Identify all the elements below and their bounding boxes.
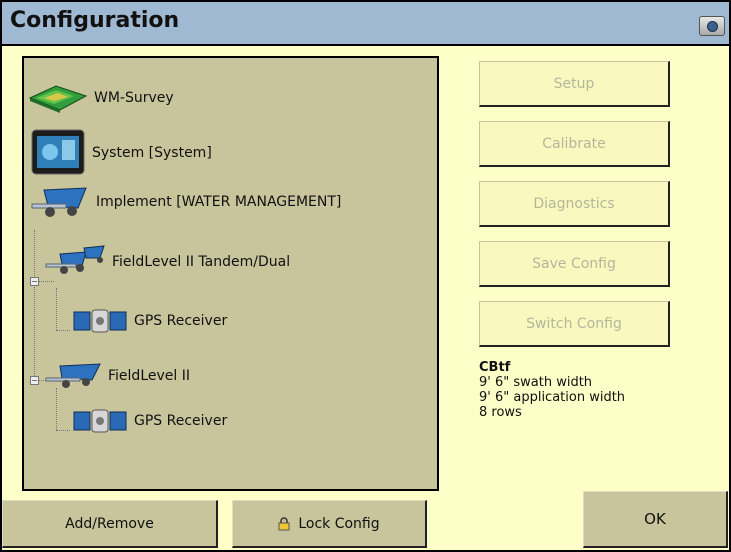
switch-config-button[interactable]: Switch Config — [479, 301, 670, 347]
tree-item-gps-receiver-1[interactable]: GPS Receiver — [72, 304, 227, 338]
swath-width: 9' 6" swath width — [479, 375, 593, 390]
row-count: 8 rows — [479, 405, 522, 420]
satellite-icon — [72, 404, 128, 438]
tree-item-label: GPS Receiver — [134, 313, 228, 329]
configuration-name: CBtf — [479, 360, 511, 375]
tree-connector — [56, 430, 70, 431]
tree-item-label: GPS Receiver — [134, 413, 228, 429]
camera-icon[interactable] — [699, 16, 725, 36]
tree-item-wm-survey[interactable]: WM-Survey — [28, 82, 174, 114]
tree-connector — [56, 288, 57, 330]
configuration-window: Configuration − − WM-Survey System [Syst… — [0, 0, 731, 552]
add-remove-button[interactable]: Add/Remove — [2, 500, 218, 548]
configuration-tree: − − WM-Survey System [System] Implement … — [22, 56, 439, 491]
configuration-info: CBtf 9' 6" swath width 9' 6" application… — [479, 360, 625, 420]
title-bar: Configuration — [2, 2, 729, 46]
scraper-icon — [44, 358, 102, 394]
calibrate-button[interactable]: Calibrate — [479, 121, 670, 167]
tree-item-label: FieldLevel II Tandem/Dual — [112, 254, 291, 270]
lock-icon — [278, 516, 290, 531]
save-config-button[interactable]: Save Config — [479, 241, 670, 287]
tree-item-label: WM-Survey — [94, 90, 174, 106]
expand-collapse-icon[interactable]: − — [30, 277, 39, 286]
expand-collapse-icon[interactable]: − — [30, 376, 39, 385]
implement-icon — [30, 182, 90, 222]
ok-button[interactable]: OK — [583, 491, 728, 548]
tree-item-label: Implement [WATER MANAGEMENT] — [96, 194, 342, 210]
tree-connector — [56, 388, 57, 430]
tandem-scraper-icon — [44, 244, 106, 280]
diagnostics-button[interactable]: Diagnostics — [479, 181, 670, 227]
lock-config-button[interactable]: Lock Config — [232, 500, 427, 548]
tree-connector — [56, 330, 70, 331]
terrain-map-icon — [28, 82, 88, 114]
tree-item-system[interactable]: System [System] — [30, 128, 212, 178]
satellite-icon — [72, 304, 128, 338]
tree-item-label: System [System] — [92, 145, 212, 161]
tree-item-fieldlevel[interactable]: FieldLevel II — [44, 358, 190, 394]
tree-item-label: FieldLevel II — [108, 368, 190, 384]
display-monitor-icon — [30, 128, 86, 178]
main-content: − − WM-Survey System [System] Implement … — [2, 46, 729, 550]
tree-item-implement[interactable]: Implement [WATER MANAGEMENT] — [30, 182, 341, 222]
tree-connector — [34, 230, 35, 380]
lock-config-label: Lock Config — [298, 515, 380, 532]
tree-item-fieldlevel-tandem[interactable]: FieldLevel II Tandem/Dual — [44, 244, 290, 280]
tree-item-gps-receiver-2[interactable]: GPS Receiver — [72, 404, 227, 438]
setup-button[interactable]: Setup — [479, 61, 670, 107]
application-width: 9' 6" application width — [479, 390, 626, 405]
window-title: Configuration — [10, 8, 180, 33]
